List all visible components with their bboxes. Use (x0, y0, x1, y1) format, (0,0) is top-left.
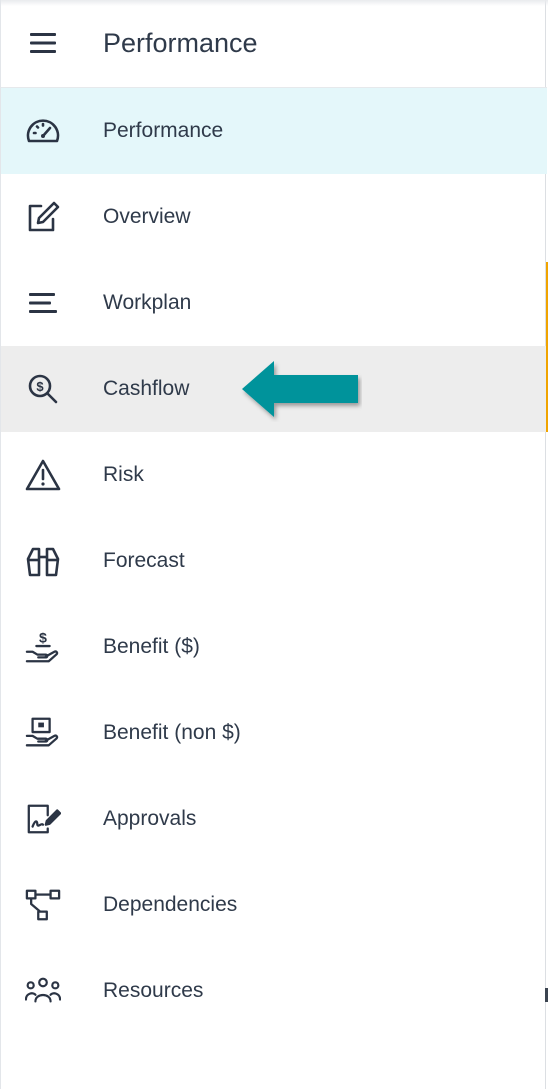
menu-item-performance[interactable]: Performance (1, 88, 547, 174)
menu-item-benefit-non-dollar[interactable]: Benefit (non $) (1, 690, 547, 776)
menu-item-label: Performance (103, 119, 224, 142)
side-menu: Performance Overview Workplan $ Cashflow… (1, 88, 547, 1034)
binoculars-icon (25, 543, 61, 579)
menu-item-resources[interactable]: Resources (1, 948, 547, 1034)
menu-item-approvals[interactable]: Approvals (1, 776, 547, 862)
panel-header: Performance (1, 0, 547, 88)
svg-text:$: $ (36, 379, 44, 394)
navigation-panel: Performance Performance Overview Workpla… (0, 0, 548, 1089)
menu-item-workplan[interactable]: Workplan (1, 260, 547, 346)
menu-item-label: Workplan (103, 291, 192, 314)
menu-item-risk[interactable]: Risk (1, 432, 547, 518)
list-icon (25, 285, 61, 321)
menu-item-forecast[interactable]: Forecast (1, 518, 547, 604)
menu-item-label: Benefit ($) (103, 635, 200, 658)
box-hand-icon (25, 715, 61, 751)
hamburger-menu-icon[interactable] (25, 26, 61, 60)
menu-item-benefit-dollar[interactable]: $ Benefit ($) (1, 604, 547, 690)
svg-text:$: $ (39, 630, 47, 646)
menu-item-label: Cashflow (103, 377, 190, 400)
menu-item-label: Approvals (103, 807, 197, 830)
people-icon (25, 973, 61, 1009)
menu-item-label: Dependencies (103, 893, 238, 916)
edit-icon (25, 199, 61, 235)
dollar-hand-icon: $ (25, 629, 61, 665)
warning-icon (25, 457, 61, 493)
menu-item-label: Resources (103, 979, 204, 1002)
speedometer-icon (25, 113, 61, 149)
menu-item-label: Risk (103, 463, 144, 486)
menu-item-label: Benefit (non $) (103, 721, 241, 744)
page-title: Performance (103, 28, 258, 58)
menu-item-dependencies[interactable]: Dependencies (1, 862, 547, 948)
menu-item-label: Overview (103, 205, 191, 228)
annotation-arrow-icon (240, 360, 362, 422)
dependency-tree-icon (25, 887, 61, 923)
menu-item-label: Forecast (103, 549, 185, 572)
menu-item-overview[interactable]: Overview (1, 174, 547, 260)
dollar-search-icon: $ (25, 371, 61, 407)
document-sign-icon (25, 801, 61, 837)
